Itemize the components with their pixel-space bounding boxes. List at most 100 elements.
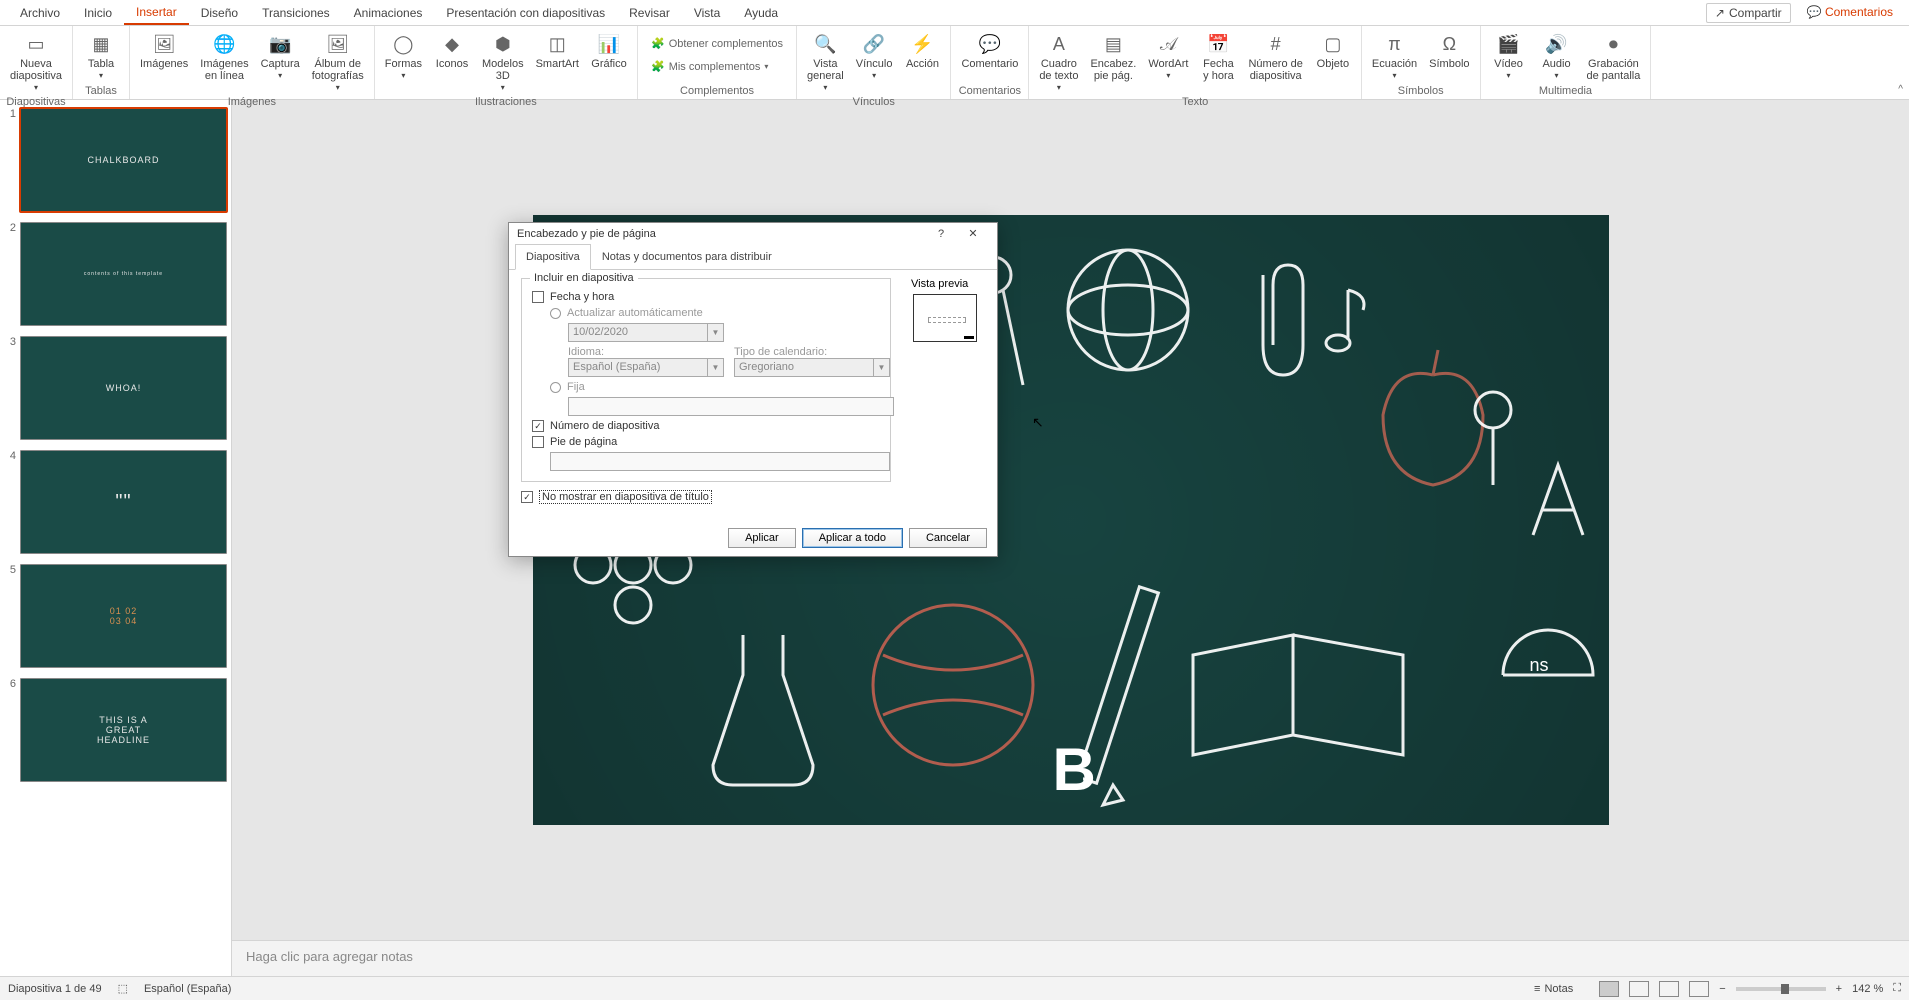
date-combo[interactable]: 10/02/2020 ▼ — [568, 323, 724, 342]
table-button[interactable]: ▦Tabla▾ — [79, 30, 123, 84]
video-icon: 🎬 — [1497, 32, 1521, 56]
dialog-close-button[interactable]: ✕ — [957, 227, 989, 240]
tab-ayuda[interactable]: Ayuda — [732, 2, 790, 24]
tab-insertar[interactable]: Insertar — [124, 1, 189, 25]
tab-archivo[interactable]: Archivo — [8, 2, 72, 24]
zoom-out-button[interactable]: − — [1719, 983, 1725, 995]
slide-count-status: Diapositiva 1 de 49 — [8, 983, 102, 995]
auto-update-label: Actualizar automáticamente — [567, 307, 703, 319]
comments-button[interactable]: 💬 Comentarios — [1799, 3, 1901, 23]
icons-button[interactable]: ◆Iconos — [430, 30, 474, 72]
3d-models-button[interactable]: ⬢Modelos 3D▾ — [478, 30, 528, 96]
collapse-ribbon-icon[interactable]: ^ — [1898, 84, 1903, 95]
slide-number-checkbox[interactable] — [532, 420, 544, 432]
screenshot-icon: 📷 — [268, 32, 292, 56]
photo-album-button[interactable]: 🖼Álbum de fotografías▾ — [308, 30, 368, 96]
sorter-view-button[interactable] — [1629, 981, 1649, 997]
comment-icon: 💬 — [1807, 5, 1822, 19]
slide-thumb-3[interactable]: WHOA! — [20, 336, 227, 440]
include-legend: Incluir en diapositiva — [530, 272, 638, 284]
footer-checkbox[interactable] — [532, 436, 544, 448]
image-icon: 🖼 — [152, 32, 176, 56]
textbox-button[interactable]: ACuadro de texto▾ — [1035, 30, 1082, 96]
thumb-number: 1 — [4, 108, 20, 212]
equation-button[interactable]: πEcuación▾ — [1368, 30, 1421, 84]
zoom-level[interactable]: 142 % — [1852, 983, 1883, 995]
slide-thumb-2[interactable]: contents of this template — [20, 222, 227, 326]
dialog-tab-slide[interactable]: Diapositiva — [515, 244, 591, 270]
link-button[interactable]: 🔗Vínculo▾ — [852, 30, 897, 84]
comment-button[interactable]: 💬Comentario — [957, 30, 1022, 72]
apply-all-button[interactable]: Aplicar a todo — [802, 528, 903, 548]
calendar-combo[interactable]: Gregoriano ▼ — [734, 358, 890, 377]
slide-thumb-6[interactable]: THIS IS A GREAT HEADLINE — [20, 678, 227, 782]
online-images-button[interactable]: 🌐Imágenes en línea — [196, 30, 252, 84]
tab-animaciones[interactable]: Animaciones — [342, 2, 435, 24]
zoom-in-button[interactable]: + — [1836, 983, 1842, 995]
accessibility-icon[interactable]: ⬚ — [118, 982, 128, 995]
preview-thumbnail — [913, 294, 977, 342]
header-footer-dialog: Encabezado y pie de página ? ✕ Diapositi… — [508, 222, 998, 557]
object-button[interactable]: ▢Objeto — [1311, 30, 1355, 72]
slideshow-view-button[interactable] — [1689, 981, 1709, 997]
idioma-label: Idioma: — [568, 346, 724, 358]
reading-view-button[interactable] — [1659, 981, 1679, 997]
new-slide-button[interactable]: ▭Nueva diapositiva▾ — [6, 30, 66, 96]
video-button[interactable]: 🎬Vídeo▾ — [1487, 30, 1531, 84]
idioma-combo[interactable]: Español (España) ▼ — [568, 358, 724, 377]
wordart-icon: 𝒜 — [1156, 32, 1180, 56]
notes-placeholder[interactable]: Haga clic para agregar notas — [232, 940, 1909, 976]
tab-presentacion[interactable]: Presentación con diapositivas — [434, 2, 617, 24]
shapes-icon: ◯ — [391, 32, 415, 56]
symbol-button[interactable]: ΩSímbolo — [1425, 30, 1473, 72]
thumb-number: 6 — [4, 678, 20, 782]
smartart-button[interactable]: ◫SmartArt — [532, 30, 583, 72]
zoom-view-button[interactable]: 🔍Vista general▾ — [803, 30, 848, 96]
get-addins-button[interactable]: 🧩Obtener complementos — [644, 34, 790, 53]
share-button[interactable]: ↗Compartir — [1706, 3, 1791, 23]
fit-to-window-button[interactable]: ⛶ — [1893, 982, 1901, 995]
cancel-button[interactable]: Cancelar — [909, 528, 987, 548]
thumb-number: 2 — [4, 222, 20, 326]
tab-inicio[interactable]: Inicio — [72, 2, 124, 24]
shapes-button[interactable]: ◯Formas▾ — [381, 30, 426, 84]
dialog-tab-handout[interactable]: Notas y documentos para distribuir — [591, 244, 783, 270]
footer-input[interactable] — [550, 452, 890, 471]
notes-toggle[interactable]: ≡ Notas — [1534, 983, 1573, 995]
dialog-help-button[interactable]: ? — [925, 228, 957, 240]
tab-vista[interactable]: Vista — [682, 2, 732, 24]
apply-button[interactable]: Aplicar — [728, 528, 796, 548]
images-button[interactable]: 🖼Imágenes — [136, 30, 192, 72]
date-time-checkbox[interactable] — [532, 291, 544, 303]
chevron-down-icon: ▼ — [873, 359, 889, 376]
tab-transiciones[interactable]: Transiciones — [250, 2, 342, 24]
auto-update-radio[interactable] — [550, 308, 561, 319]
language-status[interactable]: Español (España) — [144, 983, 231, 995]
slide-thumb-4[interactable]: "" — [20, 450, 227, 554]
tab-diseno[interactable]: Diseño — [189, 2, 250, 24]
tab-revisar[interactable]: Revisar — [617, 2, 682, 24]
screenshot-button[interactable]: 📷Captura▾ — [257, 30, 304, 84]
normal-view-button[interactable] — [1599, 981, 1619, 997]
chart-button[interactable]: 📊Gráfico — [587, 30, 631, 72]
fixed-date-input[interactable] — [568, 397, 894, 416]
slide-number-button[interactable]: #Número de diapositiva — [1244, 30, 1306, 84]
screen-recording-button[interactable]: ⏺Grabación de pantalla — [1583, 30, 1645, 84]
slide-thumb-1[interactable]: CHALKBOARD — [20, 108, 227, 212]
slide-thumbnails[interactable]: 1CHALKBOARD 2contents of this template 3… — [0, 100, 232, 976]
dont-show-title-label: No mostrar en diapositiva de título — [539, 490, 712, 504]
my-addins-button[interactable]: 🧩Mis complementos ▾ — [644, 57, 775, 76]
header-footer-button[interactable]: ▤Encabez. pie pág. — [1086, 30, 1140, 84]
zoom-slider[interactable] — [1736, 987, 1826, 991]
action-button[interactable]: ⚡Acción — [900, 30, 944, 72]
date-time-button[interactable]: 📅Fecha y hora — [1196, 30, 1240, 84]
dont-show-title-checkbox[interactable] — [521, 491, 533, 503]
slide-thumb-5[interactable]: 01 02 03 04 — [20, 564, 227, 668]
wordart-button[interactable]: 𝒜WordArt▾ — [1144, 30, 1192, 84]
audio-icon: 🔊 — [1545, 32, 1569, 56]
share-icon: ↗ — [1715, 6, 1725, 20]
fixed-radio[interactable] — [550, 382, 561, 393]
header-footer-icon: ▤ — [1101, 32, 1125, 56]
thumb-number: 5 — [4, 564, 20, 668]
audio-button[interactable]: 🔊Audio▾ — [1535, 30, 1579, 84]
